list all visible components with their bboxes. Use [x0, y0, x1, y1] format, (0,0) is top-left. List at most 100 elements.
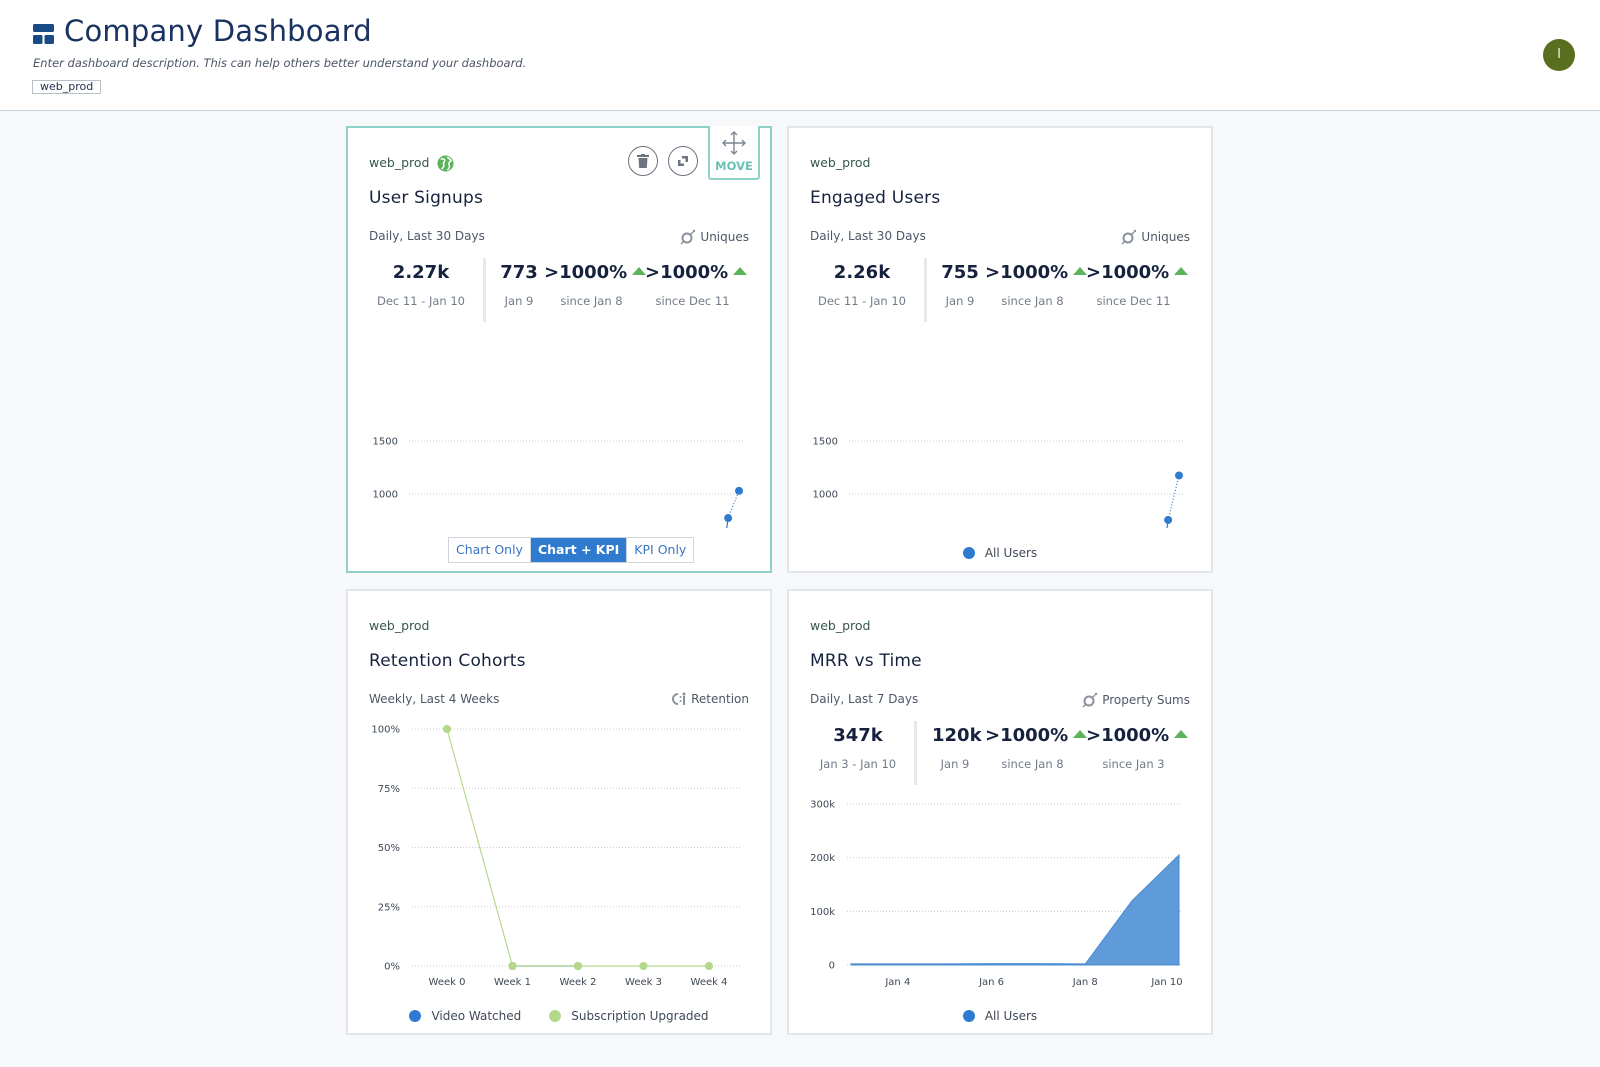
kpi-value: >1000%	[1086, 262, 1170, 283]
card-subtitle: Daily, Last 7 Days	[810, 692, 919, 706]
y-tick-label: 1000	[813, 490, 838, 501]
kpi-latest: 120k Jan 9	[932, 725, 982, 771]
kpi-value: 347k	[833, 725, 883, 746]
delete-button[interactable]	[628, 146, 658, 176]
y-tick-label: 50%	[378, 843, 400, 854]
kpi-divider	[924, 258, 927, 322]
x-tick-label: Jan 8	[1072, 977, 1098, 988]
data-point	[735, 486, 743, 495]
kpi-label: since Jan 8	[1001, 294, 1064, 308]
series-line-partial	[727, 490, 740, 519]
kpi-label: since Dec 11	[655, 294, 730, 308]
source-label: web_prod	[369, 155, 430, 170]
chart-legend: All Users	[789, 1009, 1211, 1023]
card-source: web_prod	[810, 155, 871, 170]
dashboard-grid-icon	[33, 24, 54, 44]
segment-icon	[1121, 229, 1137, 245]
card-title[interactable]: Retention Cohorts	[369, 651, 526, 671]
report-card-user-signups[interactable]: web_prod MOVE User Signups Daily, Last 3…	[346, 126, 772, 573]
x-tick-label: Week 1	[494, 977, 531, 988]
kpi-label: since Jan 8	[1001, 757, 1064, 771]
kpi-label: Jan 9	[940, 757, 970, 771]
report-card-retention-cohorts[interactable]: web_prod Retention Cohorts Weekly, Last …	[346, 589, 772, 1035]
card-source: web_prod	[369, 618, 430, 633]
kpi-value: 755	[941, 262, 979, 283]
project-tag[interactable]: web_prod	[32, 80, 102, 94]
series-line	[446, 728, 709, 967]
legend-item[interactable]: Subscription Upgraded	[549, 1009, 709, 1023]
move-handle[interactable]: MOVE	[708, 126, 760, 180]
x-tick-label: Week 2	[560, 977, 597, 988]
kpi-latest: 773 Jan 9	[499, 262, 539, 308]
legend-label: All Users	[984, 546, 1038, 560]
card-source: web_prod	[369, 155, 454, 172]
card-title[interactable]: Engaged Users	[810, 188, 940, 208]
kpi-label: since Jan 3	[1102, 757, 1165, 771]
x-tick-label: Jan 6	[978, 977, 1004, 988]
trash-icon	[637, 154, 649, 168]
chart-legend: Video Watched Subscription Upgraded	[348, 1009, 770, 1023]
legend-label: Video Watched	[431, 1009, 522, 1023]
x-tick-label: Week 4	[691, 977, 728, 988]
y-tick-label: 25%	[378, 902, 400, 913]
segment-icon	[1082, 692, 1098, 708]
kpi-value: 2.27k	[392, 262, 450, 283]
y-tick-label: 100k	[810, 907, 835, 918]
toggle-chart-kpi[interactable]: Chart + KPI	[529, 538, 627, 562]
metric-type: Uniques	[680, 229, 749, 245]
kpi-value: >1000%	[1086, 725, 1170, 746]
toggle-chart-only[interactable]: Chart Only	[449, 538, 530, 562]
legend-dot-icon	[962, 547, 975, 559]
kpi-row: 2.27k Dec 11 - Jan 10 773 Jan 9 >1000% s…	[369, 258, 749, 322]
card-title[interactable]: User Signups	[369, 188, 483, 208]
metric-type-label: Retention	[691, 692, 749, 706]
metric-type: Retention	[671, 692, 749, 706]
kpi-change-day: >1000% since Jan 8	[985, 725, 1088, 771]
expand-icon	[678, 156, 688, 166]
kpi-latest: 755 Jan 9	[940, 262, 980, 308]
kpi-change-day: >1000% since Jan 8	[544, 262, 647, 308]
kpi-change-period: >1000% since Dec 11	[1086, 262, 1189, 308]
report-card-mrr-vs-time[interactable]: web_prod MRR vs Time Daily, Last 7 Days …	[787, 589, 1213, 1035]
retention-chart: 0% 25% 50% 75% 100% Week 0 Week 1 Week 2 Week 3 W…	[371, 725, 740, 988]
data-point	[574, 962, 582, 970]
data-point	[1164, 515, 1173, 524]
move-arrows-icon	[722, 131, 746, 155]
kpi-row: 347k Jan 3 - Jan 10 120k Jan 9 >1000% si…	[810, 721, 1190, 785]
avatar[interactable]: I	[1543, 39, 1575, 71]
y-tick-label: 1500	[813, 437, 838, 448]
legend-item[interactable]: All Users	[962, 546, 1038, 560]
legend-item[interactable]: Video Watched	[409, 1009, 521, 1023]
data-point	[724, 514, 733, 523]
page-title[interactable]: Company Dashboard	[64, 14, 372, 48]
move-label: MOVE	[715, 159, 753, 173]
x-tick-label: Jan 10	[1150, 977, 1182, 988]
kpi-label: Jan 3 - Jan 10	[819, 757, 897, 771]
series-area	[850, 853, 1180, 966]
legend-item[interactable]: All Users	[962, 1009, 1037, 1023]
data-point	[508, 962, 517, 970]
series-line-partial	[1167, 475, 1180, 521]
kpi-label: since Dec 11	[1096, 294, 1171, 308]
legend-dot-icon	[409, 1010, 422, 1022]
toggle-kpi-only[interactable]: KPI Only	[626, 538, 694, 562]
legend-label: Subscription Upgraded	[571, 1009, 709, 1023]
y-tick-label: 100%	[371, 725, 400, 736]
kpi-label: Jan 9	[504, 294, 534, 308]
view-toggle: Chart Only Chart + KPI KPI Only	[448, 537, 695, 563]
report-card-engaged-users[interactable]: web_prod Engaged Users Daily, Last 30 Da…	[787, 126, 1213, 573]
trend-up-icon	[1174, 267, 1189, 275]
dashboard-description[interactable]: Enter dashboard description. This can he…	[33, 56, 526, 70]
kpi-change-day: >1000% since Jan 8	[985, 262, 1088, 308]
series-line	[1166, 519, 1169, 528]
y-tick-label: 75%	[378, 784, 400, 795]
engaged-users-chart: 050010001500Dec 17Dec 24Dec 31Jan 7	[813, 437, 1183, 528]
card-title[interactable]: MRR vs Time	[810, 651, 922, 671]
kpi-label: since Jan 8	[560, 294, 623, 308]
y-tick-label: 0%	[384, 962, 400, 973]
kpi-value: 120k	[932, 725, 982, 746]
expand-button[interactable]	[668, 146, 698, 176]
kpi-total: 347k Jan 3 - Jan 10	[810, 725, 906, 771]
trend-up-icon	[733, 267, 748, 275]
kpi-change-period: >1000% since Jan 3	[1086, 725, 1189, 771]
